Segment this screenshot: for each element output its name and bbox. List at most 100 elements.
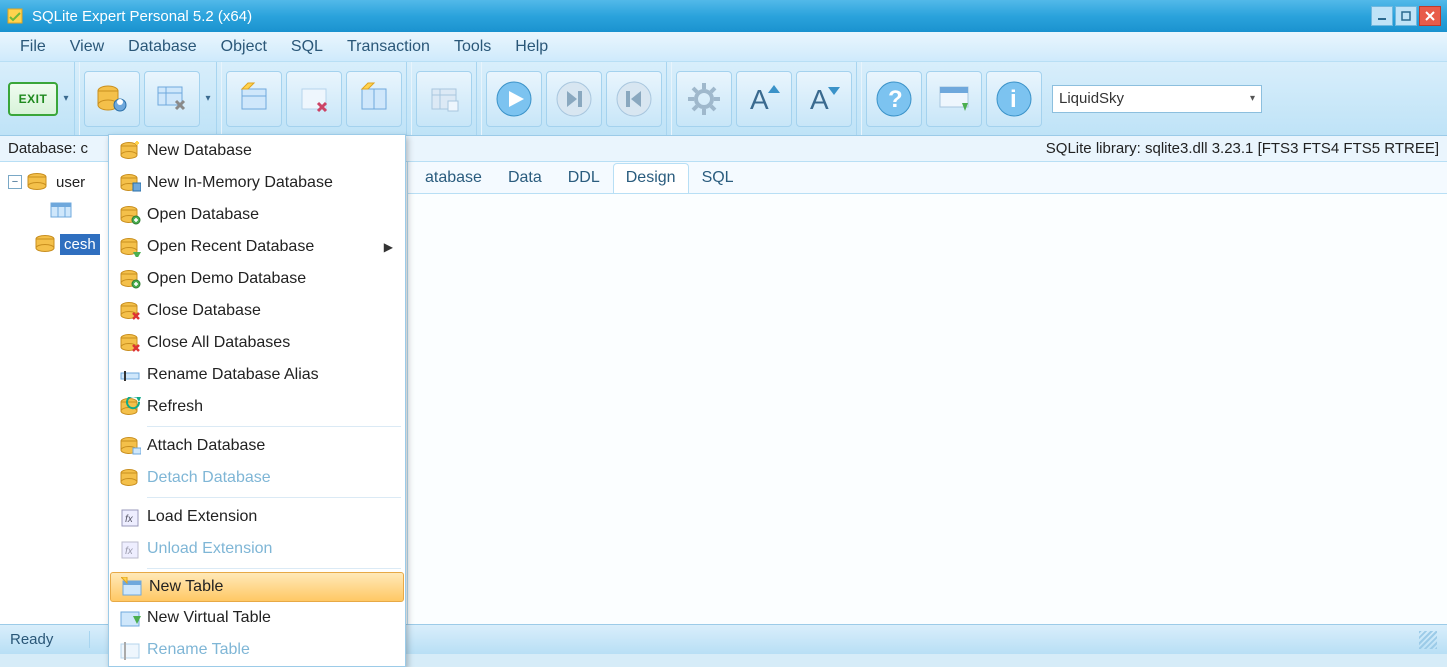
tree-selected-label: cesh [60,234,100,255]
tab-data[interactable]: Data [495,163,555,193]
menu-item-open-demo-database[interactable]: Open Demo Database [109,263,405,295]
toolbar: EXIT ▾ ▾ [0,62,1447,136]
exit-dropdown-arrow[interactable]: ▾ [60,93,72,104]
menu-item-label: Rename Database Alias [147,366,393,384]
db-new-icon [113,141,147,161]
menu-help[interactable]: Help [505,35,558,59]
menu-sql[interactable]: SQL [281,35,333,59]
maximize-button[interactable] [1395,6,1417,26]
ext-unload-icon: fx [113,539,147,559]
menu-item-close-all-databases[interactable]: Close All Databases [109,327,405,359]
table-rename-icon [113,640,147,660]
database-icon [34,235,56,253]
menu-item-new-in-memory-database[interactable]: New In-Memory Database [109,167,405,199]
content-panel: atabase Data DDL Design SQL [408,162,1447,624]
about-button[interactable]: i [986,71,1042,127]
menu-item-label: Open Database [147,206,393,224]
step-back-button[interactable] [606,71,662,127]
menu-item-refresh[interactable]: Refresh [109,391,405,423]
resize-grip-icon[interactable] [1419,631,1437,649]
menu-item-rename-table: Rename Table [109,634,405,666]
menu-item-rename-database-alias[interactable]: Rename Database Alias [109,359,405,391]
menu-file[interactable]: File [10,35,56,59]
menu-item-label: Attach Database [147,437,393,455]
detach-icon [113,468,147,488]
titlebar: SQLite Expert Personal 5.2 (x64) [0,0,1447,32]
menu-item-label: New Table [149,578,391,596]
library-label: SQLite library: sqlite3.dll 3.23.1 [FTS3… [1046,140,1439,157]
close-button[interactable] [1419,6,1441,26]
menu-item-load-extension[interactable]: fx Load Extension [109,501,405,533]
window-controls [1371,6,1441,26]
database-icon [26,173,48,191]
new-column-button[interactable] [346,71,402,127]
delete-table-button[interactable] [286,71,342,127]
style-combo[interactable]: LiquidSky ▾ [1052,85,1262,113]
menu-item-attach-database[interactable]: Attach Database [109,430,405,462]
font-increase-button[interactable]: A [736,71,792,127]
svg-text:fx: fx [125,514,134,525]
step-forward-button[interactable] [546,71,602,127]
menu-item-new-table[interactable]: New Table [110,572,404,602]
tab-ddl[interactable]: DDL [555,163,613,193]
menu-object[interactable]: Object [211,35,277,59]
menu-item-label: Open Demo Database [147,270,393,288]
db-users-button[interactable] [84,71,140,127]
tree-root-label: user [52,172,89,193]
window-title: SQLite Expert Personal 5.2 (x64) [32,8,1371,25]
new-table-button[interactable] [226,71,282,127]
tab-database[interactable]: atabase [412,163,495,193]
ext-load-icon: fx [113,507,147,527]
app-icon [6,7,24,25]
menu-item-detach-database: Detach Database [109,462,405,494]
db-recent-icon [113,237,147,257]
menu-item-label: Close All Databases [147,334,393,352]
menu-item-open-recent-database[interactable]: Open Recent Database▶ [109,231,405,263]
menu-item-label: New Virtual Table [147,609,393,627]
table-tools-button[interactable] [144,71,200,127]
data-button[interactable] [416,71,472,127]
tab-sql[interactable]: SQL [689,163,747,193]
menu-item-label: Rename Table [147,641,393,659]
menu-item-label: New Database [147,142,393,160]
tab-design[interactable]: Design [613,163,689,193]
db-dropdown-arrow[interactable]: ▾ [202,93,214,104]
menu-item-label: Close Database [147,302,393,320]
attach-icon [113,436,147,456]
database-label: Database: c [8,140,88,157]
minimize-button[interactable] [1371,6,1393,26]
style-value: LiquidSky [1059,90,1250,107]
menu-database[interactable]: Database [118,35,207,59]
tabs: atabase Data DDL Design SQL [408,162,1447,194]
menu-view[interactable]: View [60,35,114,59]
help-button[interactable]: ? [866,71,922,127]
menu-item-label: Open Recent Database [147,238,384,256]
svg-text:A: A [810,84,829,115]
expander-icon[interactable]: − [8,175,22,189]
db-mem-icon [113,173,147,193]
refresh-icon [113,397,147,417]
db-demo-icon [113,269,147,289]
svg-text:?: ? [888,86,903,113]
menu-transaction[interactable]: Transaction [337,35,440,59]
menu-item-close-database[interactable]: Close Database [109,295,405,327]
vtable-icon [113,608,147,628]
exit-button[interactable]: EXIT [8,82,58,116]
settings-button[interactable] [676,71,732,127]
menu-item-open-database[interactable]: Open Database [109,199,405,231]
status-text: Ready [10,631,90,648]
menu-item-new-database[interactable]: New Database [109,135,405,167]
menu-tools[interactable]: Tools [444,35,501,59]
play-button[interactable] [486,71,542,127]
menu-item-label: Unload Extension [147,540,393,558]
menu-item-label: Load Extension [147,508,393,526]
font-decrease-button[interactable]: A [796,71,852,127]
menu-divider [147,426,401,427]
update-button[interactable] [926,71,982,127]
database-context-menu: New Database New In-Memory Database Open D… [108,134,406,667]
svg-text:A: A [750,84,769,115]
menu-item-new-virtual-table[interactable]: New Virtual Table [109,602,405,634]
table-icon [50,202,72,218]
rename-icon [113,365,147,385]
svg-text:fx: fx [125,546,134,557]
